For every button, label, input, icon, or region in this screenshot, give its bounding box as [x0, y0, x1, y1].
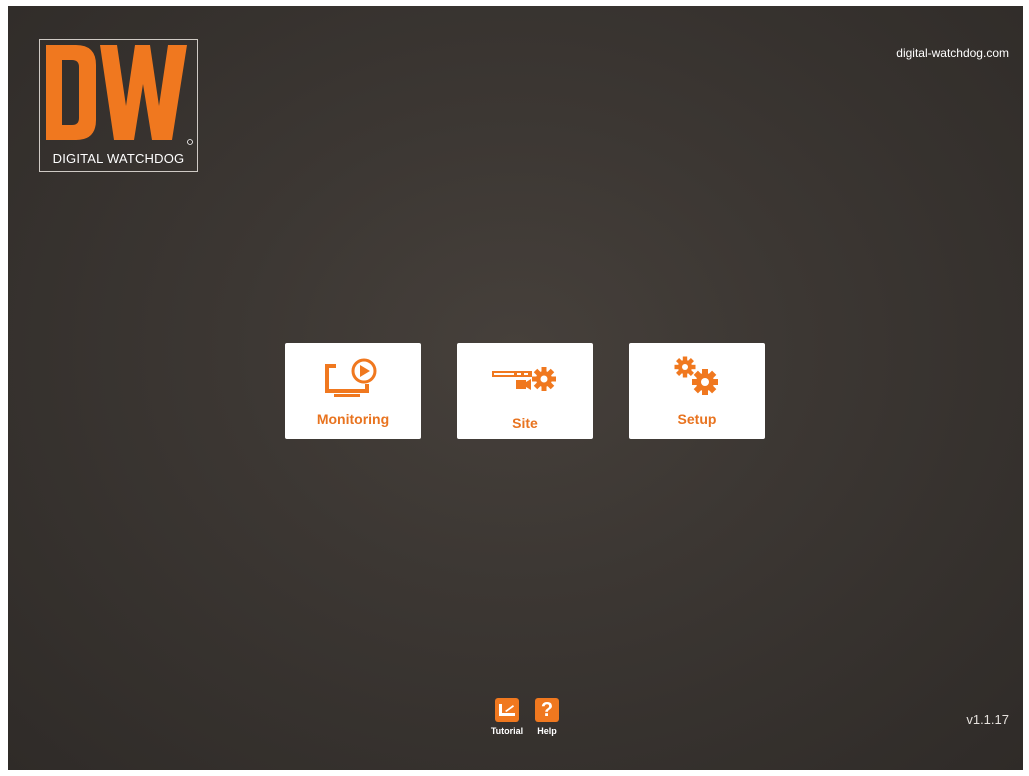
site-url[interactable]: digital-watchdog.com [896, 46, 1009, 60]
app-screen: DIGITAL WATCHDOG digital-watchdog.com Mo… [8, 6, 1023, 770]
monitoring-label: Monitoring [316, 411, 390, 427]
setup-label: Setup [677, 411, 717, 427]
help-button[interactable]: ? Help [529, 698, 565, 744]
monitor-play-icon [285, 357, 421, 397]
monitoring-button[interactable]: Monitoring [285, 343, 421, 439]
site-button[interactable]: Site [457, 343, 593, 439]
logo-wordmark: DIGITAL WATCHDOG [52, 151, 185, 166]
tutorial-button[interactable]: Tutorial [487, 698, 527, 744]
gears-icon [629, 353, 765, 397]
site-gear-icon [457, 357, 593, 397]
tutorial-label: Tutorial [490, 726, 524, 736]
help-question-icon: ? [535, 698, 559, 722]
dw-logo: DIGITAL WATCHDOG [39, 39, 198, 172]
version-label: v1.1.17 [966, 712, 1009, 727]
site-label: Site [512, 415, 538, 431]
setup-button[interactable]: Setup [629, 343, 765, 439]
help-glyph: ? [540, 699, 554, 721]
tutorial-icon [495, 698, 519, 722]
help-label: Help [537, 726, 557, 736]
